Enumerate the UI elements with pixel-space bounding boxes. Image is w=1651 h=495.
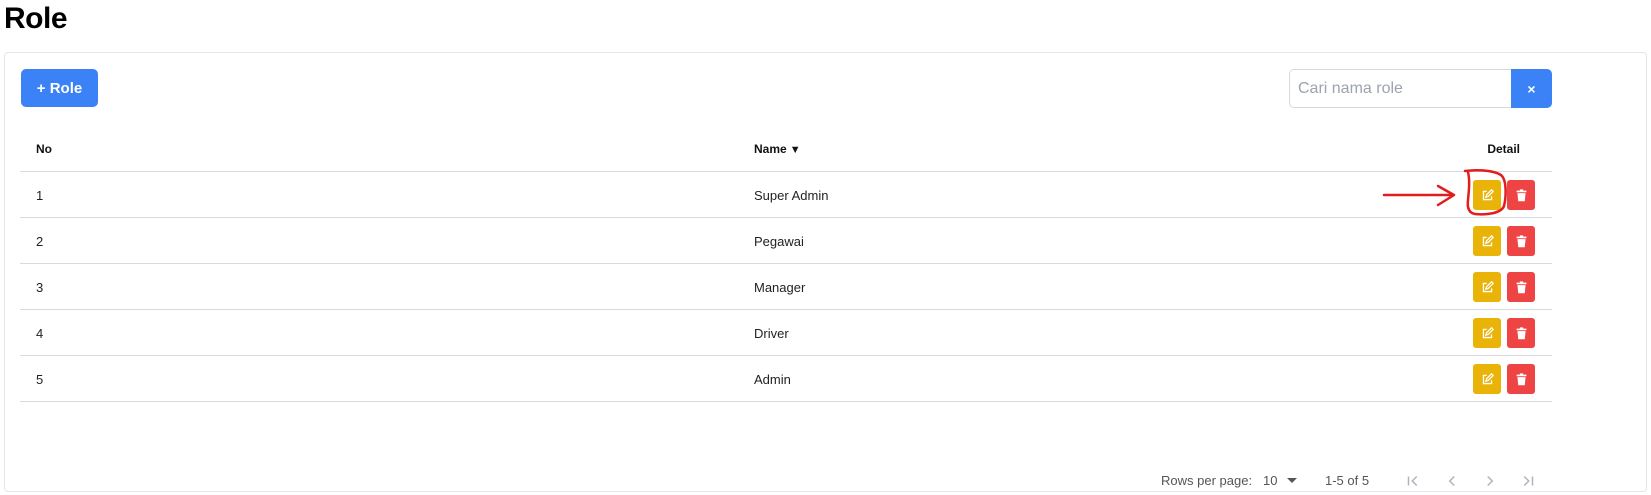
edit-icon (1482, 372, 1494, 384)
clear-search-button[interactable]: × (1511, 69, 1552, 108)
pagination: Rows per page: 10 1-5 of 5 (20, 465, 1552, 495)
table-row: 2 Pegawai (20, 218, 1552, 264)
role-card: + Role × No Name▼ Detail 1 Super Admin (4, 52, 1647, 492)
next-page-button[interactable] (1478, 469, 1502, 493)
edit-icon (1482, 188, 1494, 200)
role-table: No Name▼ Detail 1 Super Admin 2 Pegawai (20, 125, 1552, 488)
first-page-button[interactable] (1401, 469, 1425, 493)
delete-button[interactable] (1507, 364, 1535, 394)
rows-per-page-value: 10 (1263, 473, 1278, 488)
trash-icon (1516, 280, 1526, 293)
edit-button[interactable] (1473, 226, 1501, 256)
table-row: 4 Driver (20, 310, 1552, 356)
edit-button[interactable] (1473, 318, 1501, 348)
edit-icon (1482, 280, 1494, 292)
row-no: 4 (36, 326, 44, 341)
table-header: No Name ▼ Detail (20, 125, 1552, 172)
search-bar: × (1289, 69, 1552, 108)
edit-icon (1482, 326, 1494, 338)
table-row: 1 Super Admin (20, 172, 1552, 218)
first-page-icon (1407, 475, 1418, 487)
caret-down-icon (1287, 478, 1298, 483)
row-no: 1 (36, 188, 44, 203)
last-page-icon (1523, 475, 1534, 487)
table-row: 3 Manager (20, 264, 1552, 310)
row-no: 3 (36, 280, 44, 295)
row-name: Driver (754, 326, 789, 341)
last-page-button[interactable] (1516, 469, 1540, 493)
row-actions (1473, 272, 1535, 302)
row-no: 2 (36, 234, 44, 249)
delete-button[interactable] (1507, 226, 1535, 256)
table-row: 5 Admin (20, 356, 1552, 402)
row-name: Admin (754, 372, 791, 387)
row-name: Super Admin (754, 188, 829, 203)
row-actions (1473, 180, 1535, 210)
row-actions (1473, 226, 1535, 256)
sort-desc-icon: ▼ (789, 144, 801, 156)
row-no: 5 (36, 372, 44, 387)
edit-button[interactable] (1473, 272, 1501, 302)
header-detail: Detail (1487, 142, 1520, 156)
delete-button[interactable] (1507, 272, 1535, 302)
add-role-button[interactable]: + Role (21, 69, 98, 107)
trash-icon (1516, 372, 1526, 385)
edit-icon (1482, 234, 1494, 246)
header-no: No (36, 142, 52, 156)
header-name[interactable]: Name ▼ (754, 142, 801, 156)
delete-button[interactable] (1507, 318, 1535, 348)
chevron-left-icon (1448, 475, 1455, 487)
header-name-label: Name (754, 142, 787, 156)
row-name: Manager (754, 280, 806, 295)
delete-button[interactable] (1507, 180, 1535, 210)
row-actions (1473, 364, 1535, 394)
search-input[interactable] (1289, 69, 1511, 108)
page-range: 1-5 of 5 (1325, 473, 1370, 488)
row-actions (1473, 318, 1535, 348)
prev-page-button[interactable] (1440, 469, 1464, 493)
rows-per-page-label: Rows per page: (1161, 473, 1253, 488)
chevron-right-icon (1487, 475, 1494, 487)
trash-icon (1516, 326, 1526, 339)
close-icon: × (1527, 80, 1536, 97)
page-title: Role (4, 2, 68, 35)
rows-per-page-select[interactable]: 10 (1263, 473, 1298, 488)
edit-button[interactable] (1473, 180, 1501, 210)
trash-icon (1516, 234, 1526, 247)
row-name: Pegawai (754, 234, 804, 249)
edit-button[interactable] (1473, 364, 1501, 394)
trash-icon (1516, 188, 1526, 201)
